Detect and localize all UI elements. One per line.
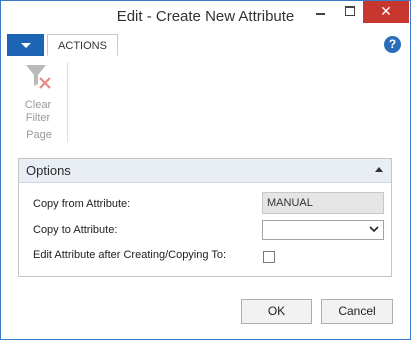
ok-button[interactable]: OK: [241, 299, 312, 324]
copy-from-label: Copy from Attribute:: [33, 198, 131, 210]
options-title: Options: [26, 163, 71, 178]
title-bar[interactable]: Edit - Create New Attribute ✕: [1, 1, 410, 32]
help-icon[interactable]: ?: [384, 36, 401, 53]
cancel-button[interactable]: Cancel: [321, 299, 393, 324]
copy-to-dropdown[interactable]: [262, 220, 384, 240]
chevron-down-icon: [21, 43, 31, 48]
clear-filter-label: Clear Filter: [17, 99, 59, 125]
chevron-up-icon[interactable]: [375, 167, 383, 172]
maximize-icon: [345, 6, 355, 16]
app-menu-button[interactable]: [7, 34, 44, 56]
edit-after-checkbox[interactable]: [263, 251, 275, 263]
clear-filter-icon: [26, 65, 51, 89]
copy-to-label: Copy to Attribute:: [33, 224, 118, 236]
clear-filter-line1: Clear: [24, 99, 52, 111]
chevron-down-icon: [369, 226, 379, 233]
close-button[interactable]: ✕: [363, 1, 409, 23]
minimize-button[interactable]: [307, 1, 333, 23]
copy-from-field: MANUAL: [262, 192, 384, 214]
ribbon-group-divider: [67, 62, 68, 142]
minimize-icon: [316, 13, 325, 15]
ribbon-group-label: Page: [26, 129, 52, 141]
clear-filter-button[interactable]: Clear Filter: [17, 62, 59, 124]
tab-actions[interactable]: ACTIONS: [47, 34, 118, 56]
ribbon-body: Clear Filter Page: [1, 56, 410, 148]
edit-after-label: Edit Attribute after Creating/Copying To…: [33, 249, 227, 261]
clear-filter-line2: Filter: [25, 112, 51, 124]
dialog-window: Edit - Create New Attribute ✕ ACTIONS ? …: [0, 0, 411, 340]
options-header[interactable]: Options: [19, 159, 391, 183]
options-fasttab: Options Copy from Attribute: MANUAL Copy…: [18, 158, 392, 277]
ribbon-tab-bar: ACTIONS ?: [1, 32, 410, 57]
maximize-button[interactable]: [337, 1, 363, 23]
